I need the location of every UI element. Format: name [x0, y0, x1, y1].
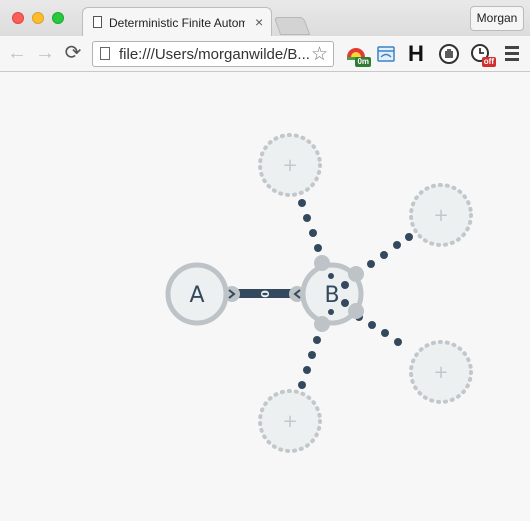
browser-tab[interactable]: Deterministic Finite Automa × — [82, 7, 272, 37]
connector-dot — [367, 260, 375, 268]
new-tab-button[interactable] — [273, 17, 311, 35]
document-icon — [93, 16, 102, 28]
handle-left[interactable] — [289, 286, 305, 302]
handle-top[interactable] — [314, 255, 330, 271]
tab-close-button[interactable]: × — [255, 14, 263, 30]
ghost-state-lower-right[interactable]: + — [409, 340, 473, 404]
window-extension-icon[interactable] — [375, 43, 397, 65]
ghost-state-upper-right[interactable]: + — [409, 183, 473, 247]
browser-toolbar: ← → ⟳ file:///Users/morganwilde/B... ☆ 0… — [0, 36, 530, 72]
add-state-plus-icon: + — [282, 155, 297, 176]
state-a-label: A — [189, 283, 204, 308]
connector-dot — [303, 366, 311, 374]
connector-dot — [393, 241, 401, 249]
clock-extension-icon[interactable]: off — [470, 43, 496, 67]
back-button[interactable]: ← — [6, 42, 28, 64]
maximize-window-button[interactable] — [52, 12, 64, 24]
clock-badge: off — [481, 57, 496, 67]
state-a[interactable]: A — [165, 262, 229, 326]
ghost-state-up[interactable]: + — [258, 133, 322, 197]
connector-dot — [394, 338, 402, 346]
window-titlebar: Deterministic Finite Automa × Morgan — [0, 0, 530, 37]
connector-dot — [303, 214, 311, 222]
connector-dot — [314, 244, 322, 252]
h-extension-icon[interactable]: H — [405, 43, 427, 65]
state-a-handle[interactable] — [224, 286, 240, 302]
connector-dot — [381, 329, 389, 337]
reload-button[interactable]: ⟳ — [62, 42, 84, 64]
address-bar[interactable]: file:///Users/morganwilde/B... ☆ — [92, 41, 334, 67]
handle-bottom-right[interactable] — [348, 303, 364, 319]
connector-dot — [405, 233, 413, 241]
forward-button[interactable]: → — [34, 42, 56, 64]
handle-bottom[interactable] — [314, 316, 330, 332]
add-state-plus-icon: + — [433, 205, 448, 226]
timer-extension-icon[interactable]: 0m — [345, 43, 371, 67]
connector-dot — [380, 251, 388, 259]
bookmark-star-icon[interactable]: ☆ — [311, 43, 328, 66]
transition-label: 0 — [258, 290, 271, 298]
connector-dot — [298, 381, 306, 389]
state-b-label: B — [324, 283, 339, 308]
connector-dot — [309, 229, 317, 237]
tab-title: Deterministic Finite Automa — [109, 16, 245, 30]
page-icon — [100, 47, 110, 60]
connector-dot — [368, 321, 376, 329]
connector-dot — [313, 336, 321, 344]
ghost-state-down[interactable]: + — [258, 389, 322, 453]
connector-dot — [308, 351, 316, 359]
menu-icon[interactable] — [505, 46, 519, 64]
profile-button[interactable]: Morgan — [470, 6, 524, 31]
hand-extension-icon[interactable] — [438, 43, 460, 65]
close-window-button[interactable] — [12, 12, 24, 24]
minimize-window-button[interactable] — [32, 12, 44, 24]
connector-dot — [298, 199, 306, 207]
url-text[interactable]: file:///Users/morganwilde/B... — [119, 46, 309, 63]
add-state-plus-icon: + — [433, 362, 448, 383]
handle-top-right[interactable] — [348, 266, 364, 282]
add-state-plus-icon: + — [282, 411, 297, 432]
automaton-canvas[interactable]: + + + + 0 A B — [0, 72, 530, 516]
timer-badge: 0m — [355, 57, 371, 67]
